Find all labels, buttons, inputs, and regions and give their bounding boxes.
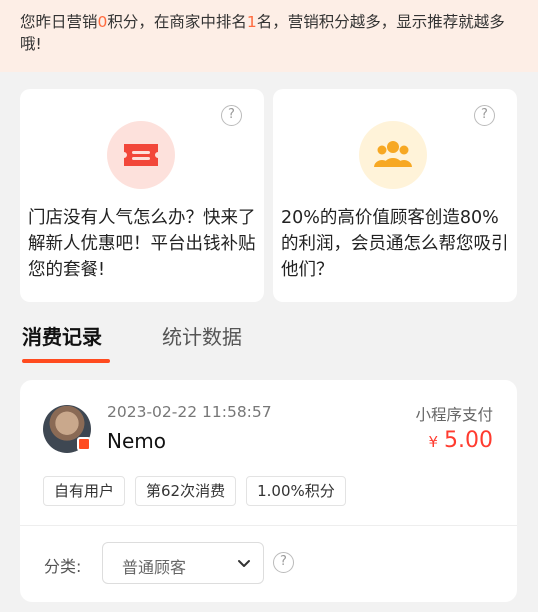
tag-visit-count: 第62次消费 bbox=[135, 476, 237, 506]
member-promo-card[interactable]: ? 20%的高价值顾客创造80%的利润，会员通怎么帮您吸引他们？ bbox=[273, 89, 517, 302]
members-icon bbox=[359, 121, 427, 189]
promo-card-text: 门店没有人气怎么办？快来了解新人优惠吧！平台出钱补贴您的套餐! bbox=[28, 208, 256, 280]
payment-method: 小程序支付 bbox=[415, 406, 493, 424]
new-customer-promo-card[interactable]: ? 门店没有人气怎么办？快来了解新人优惠吧！平台出钱补贴您的套餐! bbox=[20, 89, 264, 302]
tag-points-rate: 1.00%积分 bbox=[246, 476, 346, 506]
tag-own-user: 自有用户 bbox=[43, 476, 126, 506]
notice-points: 0 bbox=[97, 13, 108, 31]
record-tags: 自有用户 第62次消费 1.00%积分 bbox=[43, 476, 346, 506]
category-select-value: 普通顾客 bbox=[122, 558, 187, 577]
help-icon[interactable]: ? bbox=[273, 552, 294, 573]
coupon-icon bbox=[107, 121, 175, 189]
promo-card-text: 20%的高价值顾客创造80%的利润，会员通怎么帮您吸引他们？ bbox=[281, 208, 509, 280]
record-time: 2023-02-22 11:58:57 bbox=[107, 403, 272, 421]
divider bbox=[20, 525, 517, 526]
category-select[interactable]: 普通顾客 bbox=[102, 542, 264, 584]
payment-amount: ¥5.00 bbox=[428, 428, 493, 453]
consumption-record-card: 2023-02-22 11:58:57 Nemo 小程序支付 ¥5.00 自有用… bbox=[20, 380, 517, 602]
chevron-down-icon bbox=[238, 560, 250, 567]
notice-text-prefix: 您昨日营销 bbox=[20, 13, 98, 31]
marketing-notice-banner: 您昨日营销0积分，在商家中排名1名，营销积分越多，显示推荐就越多哦! bbox=[0, 0, 538, 72]
tab-consumption-records[interactable]: 消费记录 bbox=[22, 323, 102, 351]
help-icon[interactable]: ? bbox=[221, 105, 242, 126]
tab-statistics[interactable]: 统计数据 bbox=[162, 323, 242, 351]
help-icon[interactable]: ? bbox=[474, 105, 495, 126]
currency-symbol: ¥ bbox=[428, 433, 439, 451]
customer-name: Nemo bbox=[107, 429, 166, 453]
active-tab-indicator bbox=[22, 359, 110, 363]
amount-value: 5.00 bbox=[444, 428, 493, 453]
avatar-badge-icon bbox=[77, 437, 91, 451]
notice-rank: 1 bbox=[246, 13, 257, 31]
notice-text-mid: 积分，在商家中排名 bbox=[107, 13, 247, 31]
category-label: 分类: bbox=[44, 557, 82, 576]
